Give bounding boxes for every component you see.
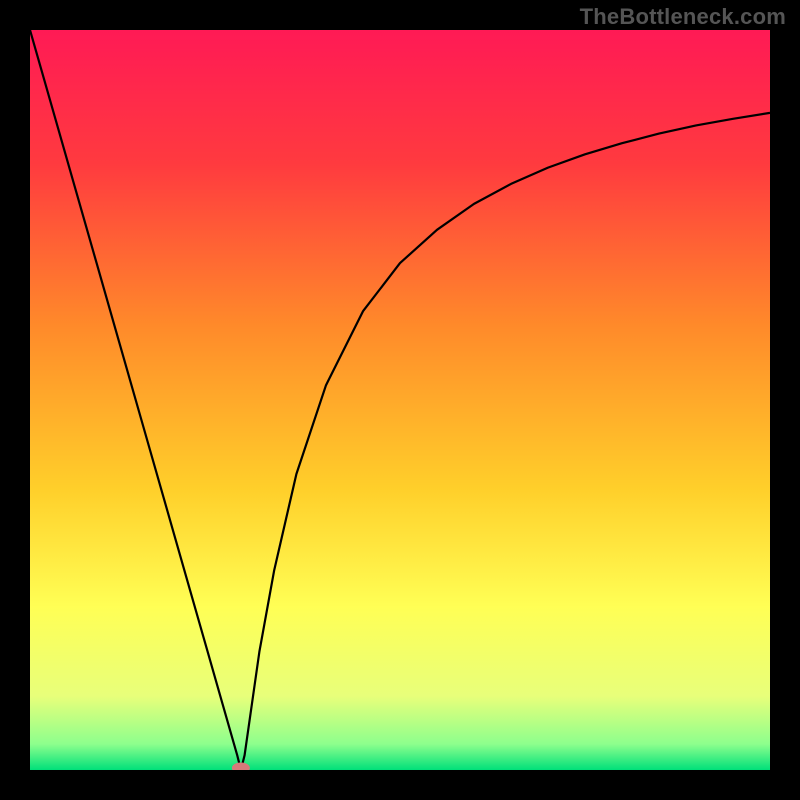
chart-svg [30, 30, 770, 770]
chart-frame: TheBottleneck.com [0, 0, 800, 800]
plot-area [30, 30, 770, 770]
gradient-background [30, 30, 770, 770]
watermark-text: TheBottleneck.com [580, 4, 786, 30]
